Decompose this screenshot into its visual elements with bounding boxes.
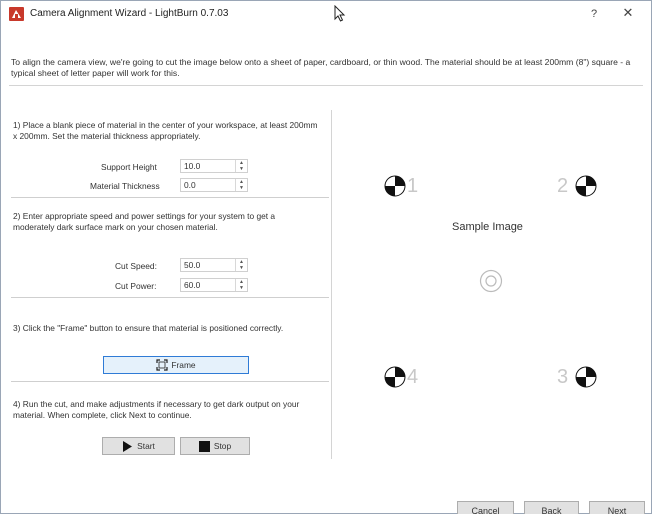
divider	[9, 85, 643, 86]
material-thickness-label: Material Thickness	[90, 181, 160, 191]
lightburn-app-icon	[9, 7, 24, 21]
step2-text: 2) Enter appropriate speed and power set…	[13, 211, 276, 232]
start-button-label: Start	[137, 441, 155, 451]
step-divider	[11, 381, 329, 382]
cut-speed-input[interactable]	[182, 259, 234, 271]
stop-icon	[198, 440, 210, 452]
material-thickness-spinbox[interactable]: ▲ ▼	[180, 178, 248, 192]
support-height-spinbox[interactable]: ▲ ▼	[180, 159, 248, 173]
marker-number: 3	[557, 366, 569, 388]
title-bar: Camera Alignment Wizard - LightBurn 0.7.…	[1, 1, 651, 27]
spin-down-icon[interactable]: ▼	[236, 185, 247, 191]
stop-button-label: Stop	[213, 441, 232, 451]
sample-image-label: Sample Image	[452, 221, 523, 233]
next-button[interactable]: Next	[589, 501, 645, 514]
step-divider	[11, 197, 329, 198]
back-button[interactable]: Back	[524, 501, 579, 514]
center-target-icon	[479, 269, 503, 293]
cut-power-spinbox[interactable]: ▲ ▼	[180, 278, 248, 292]
frame-button-label: Frame	[171, 360, 196, 370]
support-height-input[interactable]	[182, 160, 234, 172]
play-icon	[122, 440, 133, 452]
cut-speed-spinbox[interactable]: ▲ ▼	[180, 258, 248, 272]
cut-speed-stepper[interactable]: ▲ ▼	[235, 259, 247, 271]
help-button[interactable]: ?	[587, 6, 601, 22]
panel-divider	[331, 110, 332, 459]
step4-text: 4) Run the cut, and make adjustments if …	[13, 399, 300, 420]
window-title: Camera Alignment Wizard - LightBurn 0.7.…	[30, 8, 229, 19]
marker-number: 2	[557, 175, 569, 197]
target-marker-icon	[575, 175, 597, 197]
cut-speed-label: Cut Speed:	[115, 261, 157, 271]
material-thickness-input[interactable]	[182, 179, 234, 191]
target-marker-icon	[575, 366, 597, 388]
spin-down-icon[interactable]: ▼	[236, 285, 247, 291]
step1-text: 1) Place a blank piece of material in th…	[13, 120, 318, 141]
wizard-window: Camera Alignment Wizard - LightBurn 0.7.…	[0, 0, 652, 514]
material-thickness-stepper[interactable]: ▲ ▼	[235, 179, 247, 191]
spin-down-icon[interactable]: ▼	[236, 166, 247, 172]
cut-power-input[interactable]	[182, 279, 234, 291]
step3-text: 3) Click the "Frame" button to ensure th…	[13, 323, 284, 333]
marker-number: 4	[407, 366, 419, 388]
close-button[interactable]: ✕	[620, 5, 636, 21]
mouse-cursor-icon	[334, 4, 346, 23]
intro-text: To align the camera view, we're going to…	[11, 57, 631, 78]
cut-power-stepper[interactable]: ▲ ▼	[235, 279, 247, 291]
target-marker-icon	[384, 175, 406, 197]
stop-button[interactable]: Stop	[180, 437, 250, 455]
step-divider	[11, 297, 329, 298]
frame-icon	[156, 359, 168, 371]
target-marker-icon	[384, 366, 406, 388]
cut-power-label: Cut Power:	[115, 281, 157, 291]
support-height-stepper[interactable]: ▲ ▼	[235, 160, 247, 172]
support-height-label: Support Height	[101, 162, 157, 172]
cancel-button[interactable]: Cancel	[457, 501, 514, 514]
frame-button[interactable]: Frame	[103, 356, 249, 374]
start-button[interactable]: Start	[102, 437, 175, 455]
spin-down-icon[interactable]: ▼	[236, 265, 247, 271]
marker-number: 1	[407, 175, 419, 197]
